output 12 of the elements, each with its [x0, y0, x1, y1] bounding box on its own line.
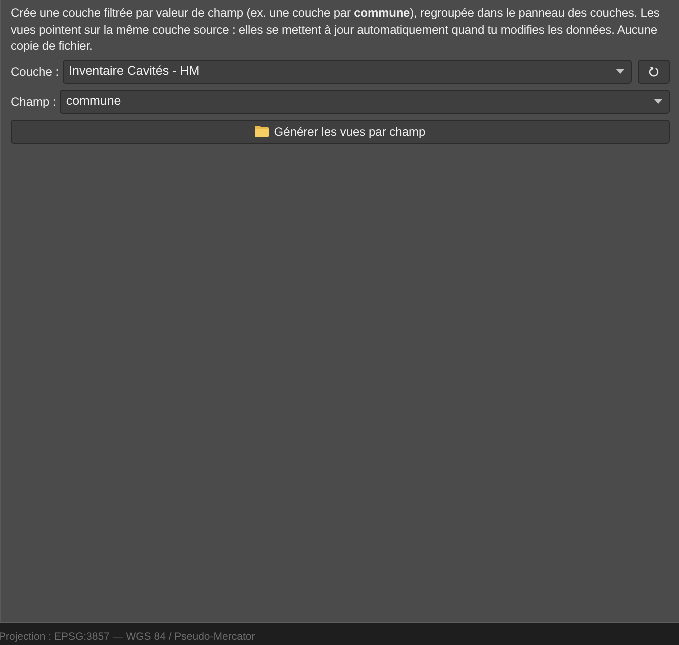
- dropdown-field[interactable]: Inventaire Cavités - HM: [63, 60, 632, 84]
- refresh-button[interactable]: [638, 60, 670, 84]
- refresh-icon: [649, 66, 659, 76]
- projection-text: Projection : EPSG:3857 — WGS 84 / Pseudo-Mercator: [0, 631, 256, 644]
- caret-icon: [616, 69, 625, 74]
- generate-button[interactable]: Générer les vues par champ: [11, 120, 670, 144]
- description-text: Crée une couche filtrée par valeur de champ (ex. une couche par commune), regroupée dans le panneau des couches. Les vues pointent sur la même couche source : elles se mettent à jour automatiquement quand tu modifies les données. Aucune copie de fichier.: [11, 5, 661, 54]
- folder-icon: [255, 126, 270, 137]
- field-label: Champ :: [11, 94, 56, 110]
- caret-icon: [654, 99, 663, 104]
- field-label: Couche :: [11, 64, 60, 80]
- dropdown-field[interactable]: commune: [60, 90, 670, 114]
